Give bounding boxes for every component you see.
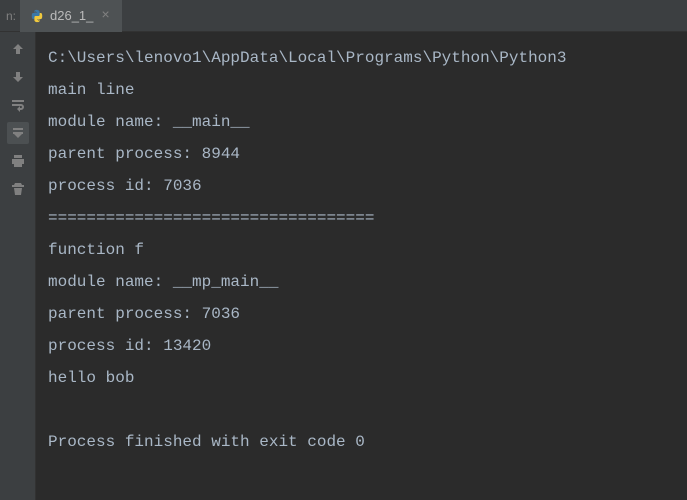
output-line: module name: __mp_main__ bbox=[48, 266, 675, 298]
output-line: parent process: 8944 bbox=[48, 138, 675, 170]
console-output[interactable]: C:\Users\lenovo1\AppData\Local\Programs\… bbox=[36, 32, 687, 500]
arrow-down-icon[interactable] bbox=[7, 66, 29, 88]
gutter-toolbar bbox=[0, 32, 36, 500]
python-icon bbox=[30, 9, 44, 23]
trash-icon[interactable] bbox=[7, 178, 29, 200]
output-line: main line bbox=[48, 74, 675, 106]
main-area: C:\Users\lenovo1\AppData\Local\Programs\… bbox=[0, 32, 687, 500]
output-line: Process finished with exit code 0 bbox=[48, 426, 675, 458]
close-icon[interactable]: × bbox=[99, 8, 111, 24]
scroll-to-end-icon[interactable] bbox=[7, 122, 29, 144]
file-tab[interactable]: d26_1_ × bbox=[20, 0, 122, 32]
output-line bbox=[48, 394, 675, 426]
wrap-icon[interactable] bbox=[7, 94, 29, 116]
tab-title: d26_1_ bbox=[50, 8, 93, 23]
output-line: ================================== bbox=[48, 202, 675, 234]
output-line: module name: __main__ bbox=[48, 106, 675, 138]
tab-bar: n: d26_1_ × bbox=[0, 0, 687, 32]
tab-prefix-label: n: bbox=[0, 9, 20, 23]
output-line: process id: 7036 bbox=[48, 170, 675, 202]
print-icon[interactable] bbox=[7, 150, 29, 172]
output-line: process id: 13420 bbox=[48, 330, 675, 362]
output-line: function f bbox=[48, 234, 675, 266]
output-line: parent process: 7036 bbox=[48, 298, 675, 330]
arrow-up-icon[interactable] bbox=[7, 38, 29, 60]
output-line: hello bob bbox=[48, 362, 675, 394]
output-line: C:\Users\lenovo1\AppData\Local\Programs\… bbox=[48, 42, 675, 74]
